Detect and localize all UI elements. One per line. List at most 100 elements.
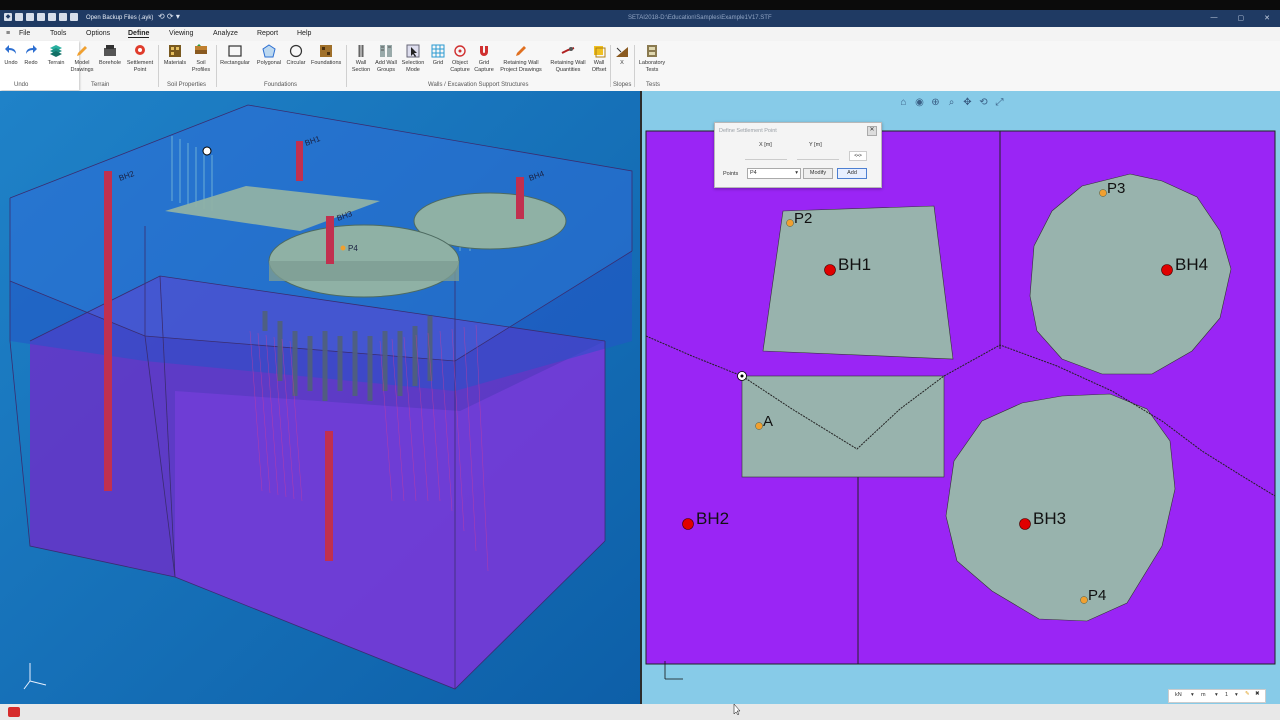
status-bar	[0, 704, 1280, 720]
minimize-button[interactable]: —	[1211, 14, 1218, 22]
soil-profiles-button[interactable]: Soil Profiles	[186, 44, 216, 74]
borehole-bh3[interactable]	[1019, 518, 1031, 530]
label-p2: P2	[794, 210, 812, 227]
menu-define[interactable]: Define	[128, 30, 150, 38]
settlement-point-icon	[135, 45, 145, 55]
save-as-icon[interactable]	[48, 13, 56, 21]
settlement-cursor-3d	[202, 146, 212, 156]
label-bh2: BH2	[696, 509, 729, 528]
circular-button[interactable]: Circular	[281, 44, 311, 67]
ribbon-separator	[634, 45, 635, 87]
borehole-button[interactable]: Borehole	[95, 44, 125, 67]
points-label: Points	[723, 171, 739, 177]
foundations-icon	[320, 45, 332, 57]
ribbon-separator	[216, 45, 217, 87]
soil-profiles-icon	[195, 44, 207, 54]
label-3d-p4: P4	[348, 244, 358, 253]
label-a: A	[763, 413, 773, 430]
object-capture-icon	[454, 45, 466, 57]
settlement-cursor-center	[740, 374, 744, 378]
x-input[interactable]	[745, 151, 787, 160]
backup-files-label[interactable]: Open Backup Files (.ayk)	[86, 15, 153, 21]
offset-icon	[594, 46, 606, 58]
dialog-close-button[interactable]: ✕	[867, 126, 877, 136]
materials-icon	[169, 45, 181, 57]
model-3d-view[interactable]: BH2 BH1 BH3 BH4 P4	[0, 91, 640, 704]
grid-icon	[431, 44, 445, 58]
settlement-point-p4[interactable]	[1080, 596, 1088, 604]
menu-tools[interactable]: Tools	[50, 30, 66, 37]
tools-icon[interactable]: ✖	[1255, 691, 1260, 697]
add-button[interactable]: Add	[837, 168, 867, 179]
new-file-icon[interactable]	[15, 13, 23, 21]
borehole-bh4[interactable]	[1161, 264, 1173, 276]
label-p4: P4	[1088, 587, 1106, 604]
pencil-icon[interactable]: ✎	[1245, 691, 1250, 697]
app-logo-icon[interactable]: ◆	[4, 13, 12, 21]
borehole-bh2[interactable]	[682, 518, 694, 530]
group-foundations: Foundations	[264, 82, 298, 88]
length-unit[interactable]: m	[1201, 692, 1206, 698]
print-icon[interactable]	[59, 13, 67, 21]
settlement-point-button[interactable]: Settlement Point	[125, 44, 155, 74]
borehole-bh2-3d	[104, 171, 112, 491]
save-icon[interactable]	[37, 13, 45, 21]
laboratory-tests-button[interactable]: Laboratory Tests	[636, 44, 668, 74]
retaining-wall-drawings-button[interactable]: Retaining Wall Project Drawings	[498, 44, 544, 74]
open-folder-icon[interactable]	[26, 13, 34, 21]
y-input[interactable]	[797, 151, 839, 160]
chevron-down-icon: ▾	[1191, 692, 1194, 698]
menu-file[interactable]: File	[19, 30, 30, 37]
chevron-down-icon: ▾	[795, 170, 798, 176]
units-selector[interactable]: kN ▾ m ▾ 1 ▾ ✎ ✖	[1168, 689, 1266, 703]
settlement-point-p3[interactable]	[1099, 189, 1107, 197]
dialog-title: Define Settlement Point	[719, 128, 777, 134]
menu-viewing[interactable]: Viewing	[169, 30, 193, 37]
slopes-button[interactable]: X	[607, 44, 637, 67]
window-title: SETAI2018-D:\Education\Samples\Example1V…	[628, 15, 772, 21]
pick-point-button[interactable]: <•>	[849, 151, 867, 161]
force-unit[interactable]: kN	[1175, 692, 1182, 698]
grid-capture-button[interactable]: Grid Capture	[469, 44, 499, 74]
label-bh4: BH4	[1175, 255, 1208, 274]
settlement-point-p2[interactable]	[786, 219, 794, 227]
group-walls: Walls / Excavation Support Structures	[428, 82, 529, 88]
borehole-bh4-3d	[516, 177, 524, 219]
model-drawings-button[interactable]: Model Drawings	[67, 44, 97, 74]
points-select[interactable]: P4 ▾	[747, 168, 801, 179]
borehole-bh3-3d-top	[326, 216, 334, 264]
add-wall-groups-button[interactable]: Add Wall Groups	[371, 44, 401, 74]
menu-report[interactable]: Report	[257, 30, 278, 37]
mouse-pointer-icon	[733, 704, 741, 716]
point-3d-p4	[340, 245, 346, 251]
backup-icon[interactable]	[70, 13, 78, 21]
wall-section-icon	[358, 45, 364, 57]
close-button[interactable]: ✕	[1264, 14, 1270, 22]
office-icon[interactable]	[8, 707, 20, 717]
menu-analyze[interactable]: Analyze	[213, 30, 238, 37]
settlement-point-a[interactable]	[755, 422, 763, 430]
borehole-bh3-3d-bottom	[325, 431, 333, 561]
ribbon-separator	[158, 45, 159, 87]
scale-unit[interactable]: 1	[1225, 692, 1228, 698]
group-terrain: Terrain	[91, 82, 110, 88]
foundations-button[interactable]: Foundations	[311, 44, 341, 67]
borehole-bh1-3d	[296, 141, 303, 181]
borehole-bh1[interactable]	[824, 264, 836, 276]
undo-quick-icon[interactable]: ⟲ ⟳ ▾	[158, 12, 180, 21]
menu-bar: ≡ File Tools Options Define Viewing Anal…	[0, 27, 1280, 41]
menu-help[interactable]: Help	[297, 30, 311, 37]
modify-button[interactable]: Modify	[803, 168, 833, 179]
polygonal-button[interactable]: Polygonal	[254, 44, 284, 67]
borehole-icon	[104, 45, 116, 56]
foundation-trapezoid[interactable]	[762, 205, 954, 360]
label-bh3: BH3	[1033, 509, 1066, 528]
group-slopes: Slopes	[613, 82, 632, 88]
label-p3: P3	[1107, 180, 1125, 197]
menu-options[interactable]: Options	[86, 30, 110, 37]
rectangular-button[interactable]: Rectangular	[220, 44, 250, 67]
hamburger-icon[interactable]: ≡	[6, 30, 10, 37]
maximize-button[interactable]: ▢	[1238, 14, 1245, 22]
rectangle-icon	[228, 45, 242, 57]
pen-icon	[516, 46, 526, 56]
